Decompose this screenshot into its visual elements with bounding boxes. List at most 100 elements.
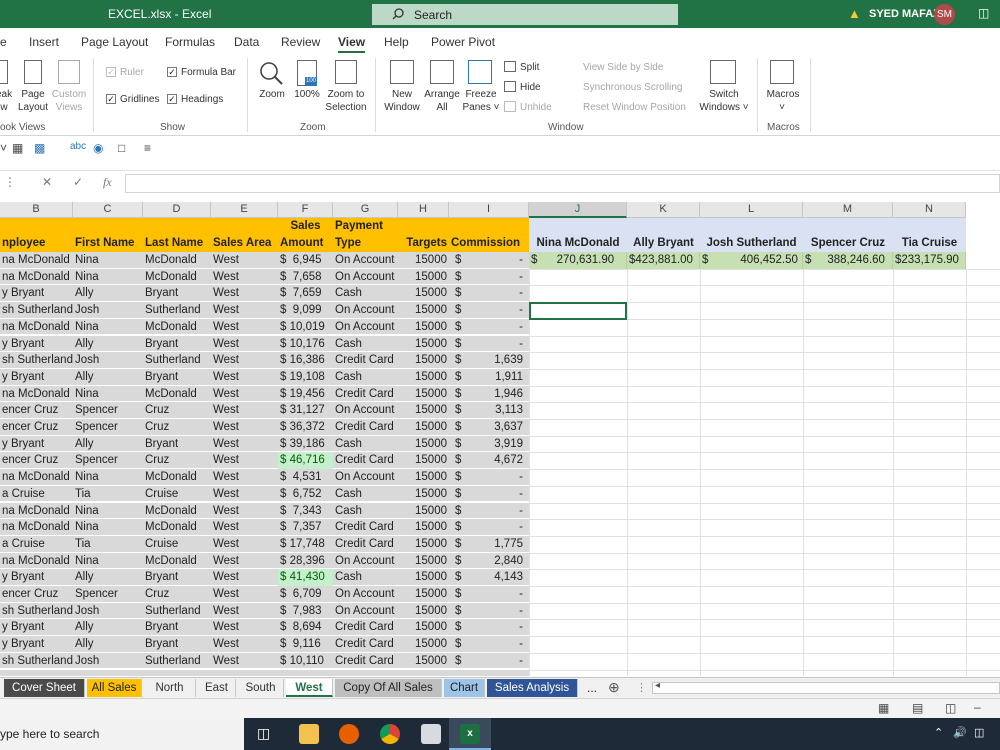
page-layout-view-icon[interactable]: [24, 60, 42, 84]
table-cell[interactable]: Cruz: [143, 586, 211, 603]
zoom-100-icon[interactable]: 100: [297, 60, 317, 86]
table-cell[interactable]: $: [453, 469, 467, 486]
table-cell[interactable]: 15000: [398, 419, 449, 436]
table-cell[interactable]: West: [211, 369, 278, 386]
table-cell[interactable]: West: [211, 586, 278, 603]
table-cell[interactable]: $ 9,116: [278, 636, 333, 653]
table-cell[interactable]: West: [211, 402, 278, 419]
table-cell[interactable]: On Account: [333, 469, 398, 486]
table-cell[interactable]: On Account: [333, 402, 398, 419]
summary-value[interactable]: $ 270,631.90: [529, 252, 627, 269]
normal-view-icon[interactable]: ▦: [878, 701, 889, 715]
dropdown-arrow-icon[interactable]: ˅: [0, 141, 7, 155]
form-icon[interactable]: ▦: [12, 141, 23, 155]
table-cell[interactable]: West: [211, 419, 278, 436]
page-break-label[interactable]: eak w: [0, 88, 12, 114]
table-cell[interactable]: na McDonald: [0, 503, 73, 520]
table-cell[interactable]: $ 7,343: [278, 503, 333, 520]
table-cell[interactable]: -: [467, 486, 525, 503]
summary-value[interactable]: $ 388,246.60: [803, 252, 893, 269]
sheet-tab-cover-sheet[interactable]: Cover Sheet: [4, 679, 85, 697]
table-cell[interactable]: -: [467, 269, 525, 286]
table-cell[interactable]: 15000: [398, 486, 449, 503]
table-cell[interactable]: 15000: [398, 269, 449, 286]
table-cell[interactable]: West: [211, 269, 278, 286]
page-break-icon[interactable]: [0, 60, 8, 84]
insert-function-icon[interactable]: fx: [103, 175, 112, 190]
table-cell[interactable]: $ 6,945: [278, 252, 333, 269]
zoom-to-selection-button[interactable]: Zoom to Selection: [323, 88, 369, 114]
table-cell[interactable]: 15000: [398, 369, 449, 386]
table-cell[interactable]: Credit Card: [333, 636, 398, 653]
table-cell[interactable]: $: [453, 553, 467, 570]
tab-view[interactable]: View: [338, 35, 366, 53]
table-cell[interactable]: West: [211, 553, 278, 570]
table-cell[interactable]: Nina: [73, 252, 143, 269]
spelling-icon[interactable]: abc: [70, 141, 86, 152]
arrange-all-button[interactable]: Arrange All: [422, 88, 462, 114]
macros-icon[interactable]: [770, 60, 794, 84]
table-cell[interactable]: y Bryant: [0, 336, 73, 353]
formula-input[interactable]: [125, 174, 1000, 193]
table-cell[interactable]: Nina: [73, 386, 143, 403]
table-cell[interactable]: Spencer: [73, 402, 143, 419]
table-cell[interactable]: Bryant: [143, 569, 211, 586]
table-cell[interactable]: Spencer: [73, 419, 143, 436]
table-cell[interactable]: West: [211, 336, 278, 353]
table-cell[interactable]: West: [211, 519, 278, 536]
scroll-left-icon[interactable]: ◂: [655, 680, 660, 691]
tab-insert[interactable]: Insert: [29, 35, 59, 49]
user-name[interactable]: SYED MAFAZ: [869, 8, 940, 20]
column-header-c[interactable]: C: [73, 202, 143, 218]
table-cell[interactable]: Nina: [73, 519, 143, 536]
table-cell[interactable]: 15000: [398, 252, 449, 269]
customize-qat-icon[interactable]: ≡: [144, 141, 151, 155]
table-cell[interactable]: -: [467, 469, 525, 486]
table-cell[interactable]: Cash: [333, 486, 398, 503]
table-cell[interactable]: $: [453, 619, 467, 636]
table-cell[interactable]: Ally: [73, 336, 143, 353]
table-cell[interactable]: -: [467, 619, 525, 636]
table-cell[interactable]: $: [453, 419, 467, 436]
table-cell[interactable]: y Bryant: [0, 619, 73, 636]
table-cell[interactable]: sh Sutherland: [0, 653, 73, 670]
table-cell[interactable]: 1,911: [467, 369, 525, 386]
table-cell[interactable]: 15000: [398, 352, 449, 369]
selected-cell[interactable]: [529, 302, 627, 320]
table-cell[interactable]: $ 4,531: [278, 469, 333, 486]
headings-label[interactable]: Headings: [181, 93, 223, 106]
table-cell[interactable]: Cash: [333, 436, 398, 453]
split-button[interactable]: Split: [520, 61, 539, 74]
table-cell[interactable]: na McDonald: [0, 386, 73, 403]
table-cell[interactable]: Credit Card: [333, 619, 398, 636]
table-cell[interactable]: 15000: [398, 402, 449, 419]
table-cell[interactable]: 15000: [398, 319, 449, 336]
table-cell[interactable]: West: [211, 386, 278, 403]
table-cell[interactable]: Credit Card: [333, 519, 398, 536]
table-cell[interactable]: West: [211, 436, 278, 453]
table-cell[interactable]: 15000: [398, 519, 449, 536]
circle-icon[interactable]: ◉: [93, 141, 103, 155]
column-header-b[interactable]: B: [0, 202, 73, 218]
table-cell[interactable]: Credit Card: [333, 419, 398, 436]
page-layout-icon[interactable]: ▤: [912, 701, 923, 715]
table-cell[interactable]: McDonald: [143, 519, 211, 536]
table-cell[interactable]: $: [453, 352, 467, 369]
table-cell[interactable]: Ally: [73, 619, 143, 636]
new-window-icon[interactable]: [390, 60, 414, 84]
table-cell[interactable]: $ 46,716: [278, 452, 333, 470]
switch-windows-icon[interactable]: [710, 60, 736, 84]
table-cell[interactable]: $ 31,127: [278, 402, 333, 419]
table-cell[interactable]: Credit Card: [333, 536, 398, 553]
table-cell[interactable]: -: [467, 319, 525, 336]
warning-icon[interactable]: ▲: [848, 6, 861, 21]
page-break-preview-icon[interactable]: ◫: [945, 701, 956, 715]
table-cell[interactable]: 15000: [398, 285, 449, 302]
table-cell[interactable]: $: [453, 519, 467, 536]
zoom-to-selection-icon[interactable]: [335, 60, 357, 84]
table-cell[interactable]: Ally: [73, 569, 143, 586]
table-cell[interactable]: $ 39,186: [278, 436, 333, 453]
sheet-tab-north[interactable]: North: [144, 679, 196, 697]
table-cell[interactable]: encer Cruz: [0, 419, 73, 436]
table-cell[interactable]: $: [453, 653, 467, 670]
